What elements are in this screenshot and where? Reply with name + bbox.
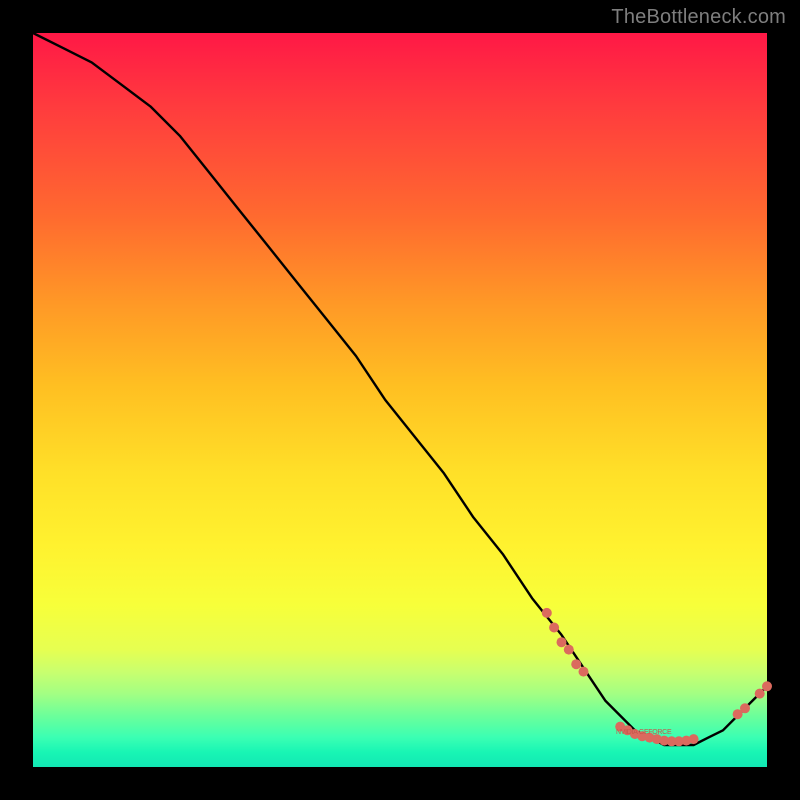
data-markers: [542, 608, 772, 746]
chart-frame: NVIDIA GEFORCE TheBottleneck.com: [0, 0, 800, 800]
data-point: [557, 637, 567, 647]
data-point: [579, 667, 589, 677]
chart-svg: [33, 33, 767, 767]
data-point: [542, 608, 552, 618]
data-point: [564, 645, 574, 655]
annotation-label: NVIDIA GEFORCE: [616, 729, 671, 736]
bottleneck-curve: [33, 33, 767, 745]
data-point: [755, 689, 765, 699]
data-point: [689, 734, 699, 744]
watermark-text: TheBottleneck.com: [611, 6, 786, 29]
data-point: [549, 623, 559, 633]
plot-area: NVIDIA GEFORCE: [33, 33, 767, 767]
data-point: [762, 681, 772, 691]
data-point: [571, 659, 581, 669]
data-point: [740, 703, 750, 713]
